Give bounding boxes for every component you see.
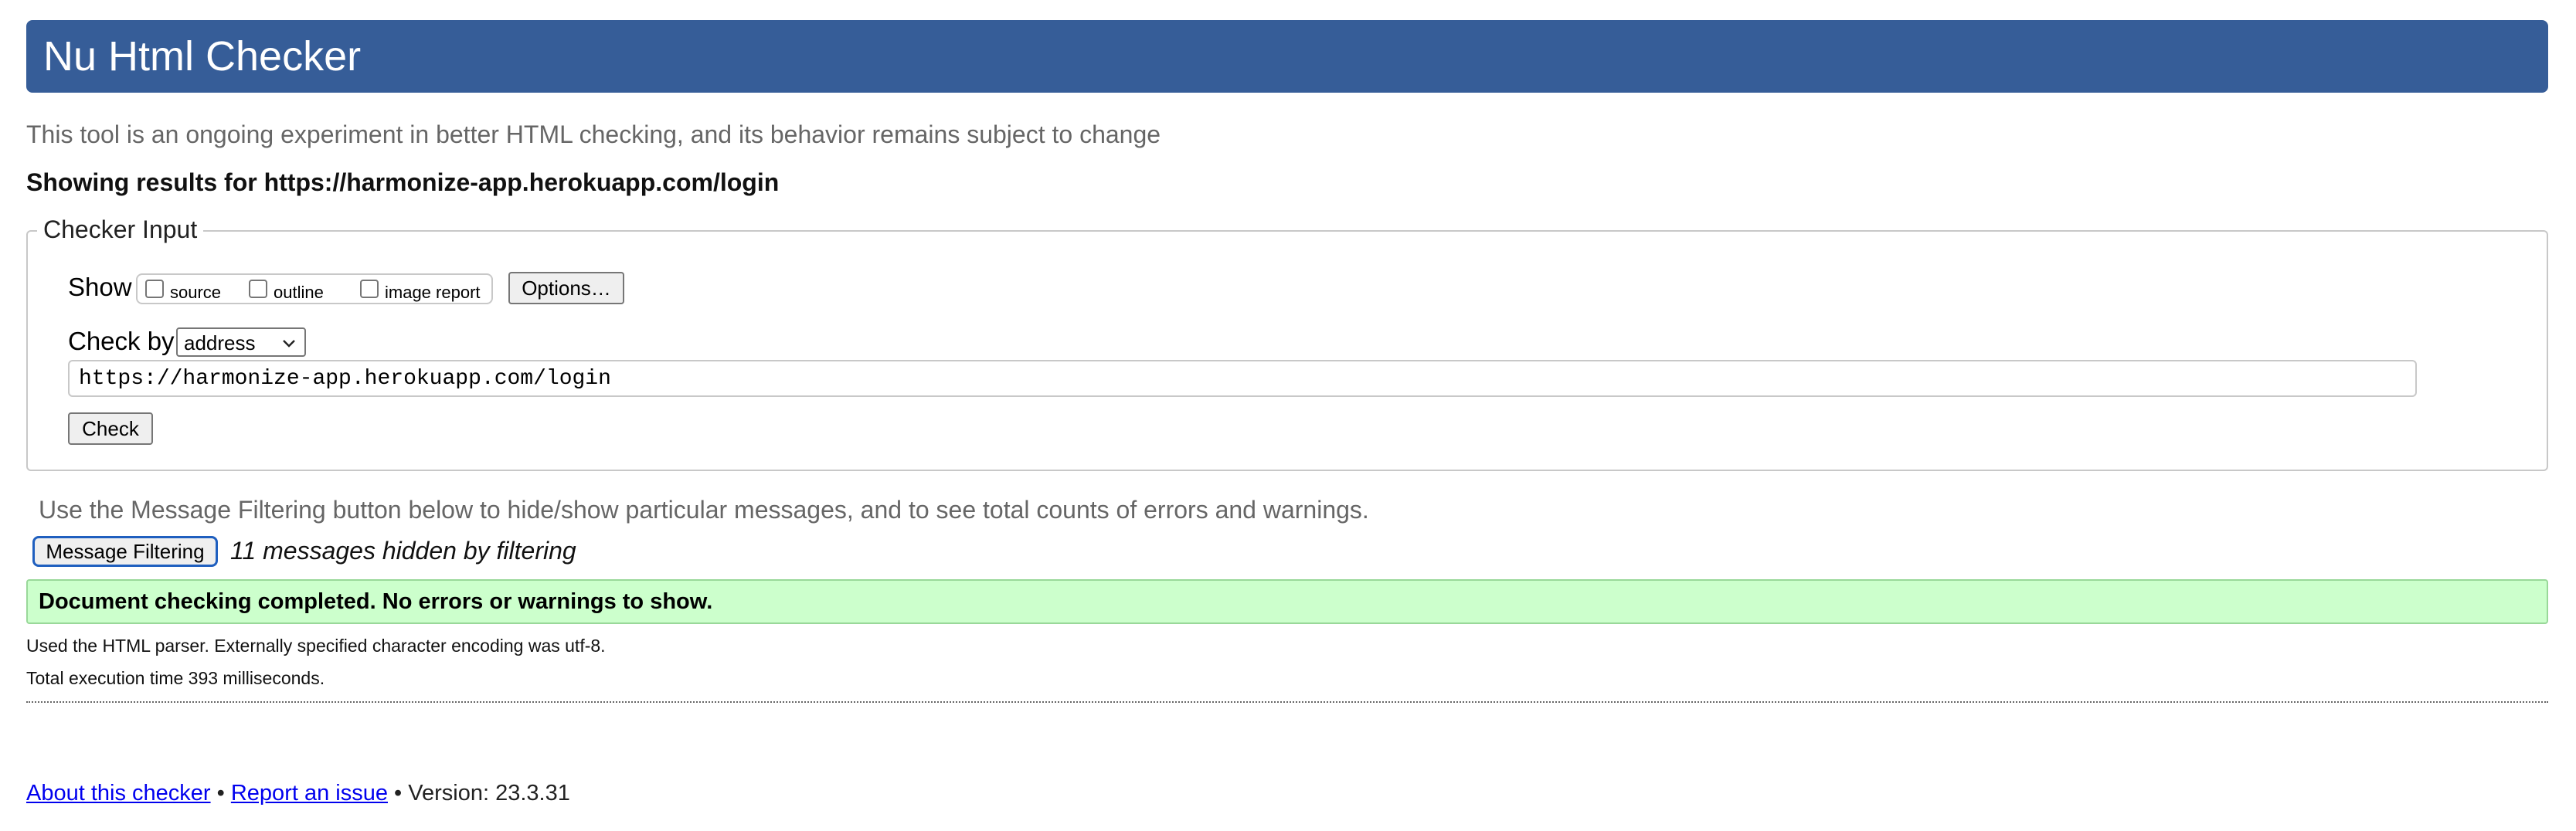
report-issue-link[interactable]: Report an issue <box>231 781 388 806</box>
show-options-group: source outline image report <box>136 273 493 304</box>
url-input[interactable]: https://harmonize-app.herokuapp.com/logi… <box>68 360 2417 397</box>
showing-results-heading: Showing results for https://harmonize-ap… <box>26 168 780 196</box>
footer-separator: • <box>216 781 225 806</box>
page-title: Nu Html Checker <box>43 33 362 80</box>
check-by-selected-value: address <box>184 331 256 354</box>
outline-checkbox[interactable] <box>249 280 267 298</box>
source-checkbox-label[interactable]: source <box>170 283 221 303</box>
url-input-value: https://harmonize-app.herokuapp.com/logi… <box>79 367 611 391</box>
source-checkbox[interactable] <box>145 280 164 298</box>
execution-time-note: Total execution time 393 milliseconds. <box>26 668 325 688</box>
message-filtering-button[interactable]: Message Filtering <box>32 536 218 567</box>
image-report-checkbox[interactable] <box>360 280 379 298</box>
success-message-box: Document checking completed. No errors o… <box>26 579 2548 624</box>
checker-input-legend: Checker Input <box>37 213 204 246</box>
chevron-down-icon <box>283 340 295 348</box>
show-label: Show <box>68 273 132 301</box>
about-checker-link[interactable]: About this checker <box>26 781 211 806</box>
version-text: Version: 23.3.31 <box>408 781 570 806</box>
outline-checkbox-label[interactable]: outline <box>274 283 324 303</box>
image-report-checkbox-label[interactable]: image report <box>385 283 481 303</box>
success-message: Document checking completed. No errors o… <box>39 589 713 614</box>
header-banner: Nu Html Checker <box>26 20 2548 93</box>
divider <box>26 701 2548 703</box>
options-button[interactable]: Options… <box>508 272 624 304</box>
page: Nu Html Checker This tool is an ongoing … <box>0 0 2576 831</box>
hidden-messages-count: 11 messages hidden by filtering <box>230 537 576 565</box>
check-button[interactable]: Check <box>68 412 153 445</box>
footer: About this checker • Report an issue • V… <box>26 778 570 808</box>
tool-description: This tool is an ongoing experiment in be… <box>26 120 1161 148</box>
parser-note: Used the HTML parser. Externally specifi… <box>26 636 606 656</box>
filtering-hint: Use the Message Filtering button below t… <box>39 496 1369 524</box>
check-by-label: Check by <box>68 327 175 355</box>
check-by-select[interactable]: address <box>176 327 306 357</box>
footer-separator: • <box>394 781 403 806</box>
checker-input-fieldset <box>26 230 2548 471</box>
